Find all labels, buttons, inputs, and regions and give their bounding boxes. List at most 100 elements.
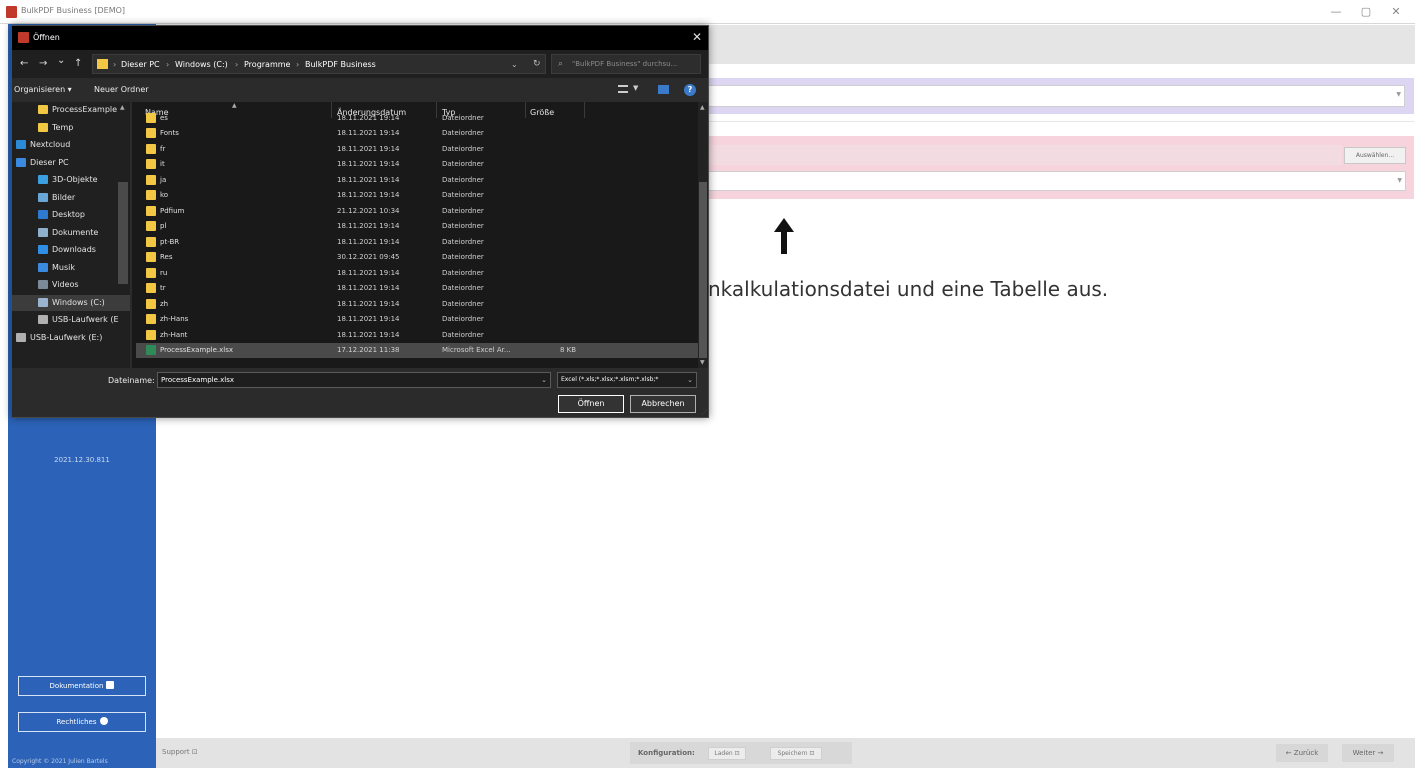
- legal-button[interactable]: Rechtliches: [18, 712, 146, 732]
- nav-item[interactable]: 3D-Objekte: [12, 172, 130, 188]
- table-select[interactable]: ▼: [708, 171, 1406, 191]
- search-input[interactable]: ⌕ "BulkPDF Business" durchsu...: [551, 54, 701, 74]
- nav-item[interactable]: USB-Laufwerk (E: [12, 312, 130, 328]
- file-row[interactable]: zh-Hans 18.11.2021 19:14 Dateiordner: [136, 312, 698, 327]
- external-link-icon: [106, 681, 115, 689]
- dialog-close-button[interactable]: ✕: [692, 30, 702, 44]
- support-button[interactable]: Support ⊡: [162, 748, 198, 756]
- back-arrow-icon[interactable]: ←: [20, 58, 28, 69]
- file-row[interactable]: it 18.11.2021 19:14 Dateiordner: [136, 157, 698, 172]
- file-type: Dateiordner: [442, 206, 484, 215]
- load-config-button[interactable]: Laden ⊡: [708, 747, 746, 760]
- save-config-button[interactable]: Speichern ⊡: [770, 747, 822, 760]
- cancel-button[interactable]: Abbrechen: [630, 395, 696, 413]
- nav-item[interactable]: Desktop: [12, 207, 130, 223]
- new-folder-button[interactable]: Neuer Ordner: [94, 85, 149, 94]
- nav-item[interactable]: Musik: [12, 260, 130, 276]
- documentation-button[interactable]: Dokumentation: [18, 676, 146, 696]
- view-options-icon[interactable]: [618, 85, 628, 93]
- file-row[interactable]: ru 18.11.2021 19:14 Dateiordner: [136, 266, 698, 281]
- chevron-down-icon[interactable]: ⌄: [541, 376, 547, 384]
- nav-item[interactable]: Bilder: [12, 190, 130, 206]
- file-date: 18.11.2021 19:14: [337, 315, 400, 323]
- back-button[interactable]: ← Zurück: [1276, 744, 1328, 762]
- nav-item[interactable]: ProcessExample: [12, 102, 130, 118]
- next-button[interactable]: Weiter →: [1342, 744, 1394, 762]
- file-list-scrollbar[interactable]: ▲ ▼: [698, 102, 708, 368]
- file-row[interactable]: fr 18.11.2021 19:14 Dateiordner: [136, 142, 698, 157]
- file-row[interactable]: es 18.11.2021 19:14 Dateiordner: [136, 111, 698, 126]
- folder-icon: [38, 105, 48, 114]
- spreadsheet-path-field[interactable]: [708, 145, 1342, 165]
- open-button[interactable]: Öffnen: [558, 395, 624, 413]
- folder-icon: [146, 314, 156, 324]
- file-row[interactable]: ko 18.11.2021 19:14 Dateiordner: [136, 188, 698, 203]
- nav-item-label: Windows (C:): [52, 297, 105, 307]
- minimize-button[interactable]: —: [1322, 4, 1350, 20]
- filename-label: Dateiname:: [108, 376, 155, 385]
- file-type: Dateiordner: [442, 129, 484, 137]
- up-folder-icon[interactable]: ↑: [74, 58, 82, 69]
- filename-input[interactable]: ProcessExample.xlsx ⌄: [157, 372, 551, 388]
- file-row[interactable]: ja 18.11.2021 19:14 Dateiordner: [136, 173, 698, 188]
- nav-item[interactable]: Dokumente: [12, 225, 130, 241]
- file-row[interactable]: Fonts 18.11.2021 19:14 Dateiordner: [136, 126, 698, 141]
- breadcrumb-programme[interactable]: Programme: [244, 60, 290, 69]
- search-icon: ⌕: [558, 59, 564, 69]
- nav-item-label: USB-Laufwerk (E: [52, 315, 119, 324]
- breadcrumb-this-pc[interactable]: Dieser PC: [121, 60, 160, 69]
- address-dropdown-icon[interactable]: ⌄: [511, 60, 518, 69]
- file-name: ja: [160, 175, 167, 184]
- file-name: Res: [160, 253, 173, 261]
- nav-item-label: Temp: [52, 122, 74, 132]
- scrollbar-thumb[interactable]: [699, 182, 707, 358]
- file-date: 18.11.2021 19:14: [337, 160, 400, 168]
- pdf-select[interactable]: ▼: [708, 85, 1405, 107]
- breadcrumb-windows-c[interactable]: Windows (C:): [175, 60, 228, 69]
- nextcloud-icon: [16, 140, 26, 149]
- resize-grip-icon[interactable]: ⋰: [701, 409, 707, 416]
- scroll-up-icon[interactable]: ▲: [700, 104, 705, 111]
- preview-pane-icon[interactable]: [658, 85, 669, 94]
- dialog-titlebar: Öffnen ✕: [12, 26, 708, 50]
- help-icon[interactable]: ?: [684, 84, 696, 96]
- address-bar[interactable]: › Dieser PC › Windows (C:) › Programme ›…: [92, 54, 546, 74]
- file-row[interactable]: Res 30.12.2021 09:45 Dateiordner: [136, 250, 698, 265]
- excel-file-icon: [146, 345, 156, 355]
- nav-item[interactable]: USB-Laufwerk (E:): [12, 330, 130, 346]
- nav-item[interactable]: Downloads: [12, 242, 130, 258]
- navigation-scrollbar[interactable]: [118, 182, 128, 284]
- nav-item[interactable]: Windows (C:): [12, 294, 130, 311]
- folder-icon: [146, 267, 156, 278]
- file-type-select[interactable]: Excel (*.xls;*.xlsx;*.xlsm;*.xlsb;* ⌄: [557, 372, 697, 388]
- nav-item[interactable]: Temp: [12, 120, 130, 136]
- breadcrumb-bulkpdf-business[interactable]: BulkPDF Business: [305, 60, 376, 69]
- file-row[interactable]: pt-BR 18.11.2021 19:14 Dateiordner: [136, 235, 698, 250]
- maximize-button[interactable]: ▢: [1352, 4, 1380, 20]
- chevron-down-icon[interactable]: ▼: [633, 84, 638, 92]
- nav-item[interactable]: Nextcloud: [12, 137, 130, 153]
- file-row[interactable]: ProcessExample.xlsx 17.12.2021 11:38 Micro…: [136, 343, 698, 358]
- file-row[interactable]: zh 18.11.2021 19:14 Dateiordner: [136, 297, 698, 312]
- file-type: Dateiordner: [442, 330, 484, 339]
- choose-file-button[interactable]: Auswählen...: [1344, 147, 1406, 164]
- file-type: Dateiordner: [442, 160, 484, 168]
- scroll-up-icon[interactable]: ▲: [120, 104, 125, 111]
- organize-button[interactable]: Organisieren ▾: [14, 85, 72, 94]
- documentation-label: Dokumentation: [49, 682, 104, 690]
- nav-item[interactable]: Dieser PC: [12, 155, 130, 171]
- scroll-down-icon[interactable]: ▼: [700, 359, 705, 366]
- chevron-down-icon[interactable]: ⌄: [687, 376, 693, 384]
- nav-item[interactable]: Videos: [12, 277, 130, 293]
- close-button[interactable]: ✕: [1382, 4, 1410, 20]
- file-row[interactable]: tr 18.11.2021 19:14 Dateiordner: [136, 281, 698, 296]
- step-header: [708, 25, 1415, 64]
- forward-arrow-icon[interactable]: →: [39, 58, 47, 69]
- file-row[interactable]: Pdfium 21.12.2021 10:34 Dateiordner: [136, 204, 698, 219]
- nav-item-label: Bilder: [52, 192, 76, 202]
- file-row[interactable]: zh-Hant 18.11.2021 19:14 Dateiordner: [136, 328, 698, 343]
- refresh-icon[interactable]: ↻: [533, 59, 541, 69]
- file-date: 18.11.2021 19:14: [337, 284, 400, 292]
- recent-locations-icon[interactable]: ⌄: [57, 55, 65, 66]
- file-row[interactable]: pl 18.11.2021 19:14 Dateiordner: [136, 219, 698, 234]
